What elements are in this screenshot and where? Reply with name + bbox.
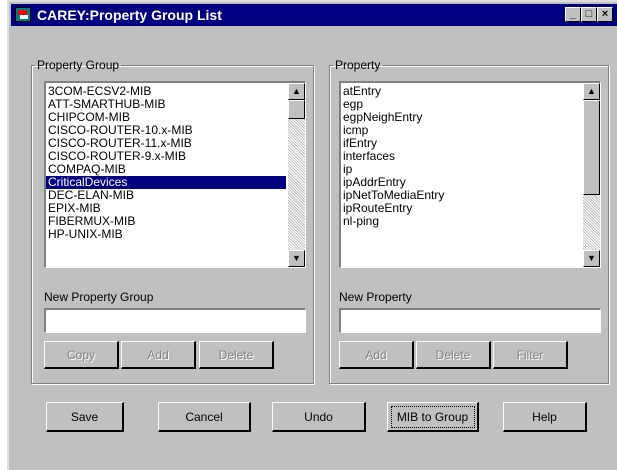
scroll-up-icon[interactable]: ▲ — [583, 83, 600, 100]
property-list[interactable]: atEntry egp egpNeighEntry icmp ifEntry interf… — [339, 81, 601, 268]
property-group-items: 3COM-ECSV2-MIB ATT-SMARTHUB-MIB CHIPCOM-MI… — [46, 85, 286, 241]
property-group-list[interactable]: 3COM-ECSV2-MIB ATT-SMARTHUB-MIB CHIPCOM-MI… — [44, 81, 306, 268]
property-group-legend: Property Group — [37, 58, 120, 72]
cancel-button[interactable]: Cancel — [158, 402, 251, 432]
minimize-button[interactable]: _ — [565, 7, 581, 22]
filter-button[interactable]: Filter — [493, 341, 568, 369]
list-item[interactable]: atEntry — [341, 85, 581, 98]
save-button[interactable]: Save — [46, 402, 124, 432]
property-group-scrollbar[interactable]: ▲ ▼ — [288, 83, 305, 267]
mib-to-group-button[interactable]: MIB to Group — [387, 402, 479, 432]
list-item[interactable]: nl-ping — [341, 215, 581, 228]
undo-button[interactable]: Undo — [272, 402, 366, 432]
property-scrollbar[interactable]: ▲ ▼ — [583, 83, 600, 267]
maximize-button[interactable]: □ — [581, 7, 597, 22]
scroll-down-icon[interactable]: ▼ — [583, 250, 600, 267]
window-title: CAREY:Property Group List — [37, 7, 222, 23]
help-button[interactable]: Help — [503, 402, 587, 432]
close-button[interactable]: × — [597, 7, 613, 22]
scroll-thumb[interactable] — [288, 100, 305, 119]
scroll-down-icon[interactable]: ▼ — [288, 250, 305, 267]
add-group-button[interactable]: Add — [121, 341, 196, 369]
app-icon — [15, 7, 31, 22]
new-property-group-label: New Property Group — [44, 290, 154, 304]
list-item[interactable]: egpNeighEntry — [341, 111, 581, 124]
scroll-thumb[interactable] — [583, 100, 600, 195]
delete-property-button[interactable]: Delete — [416, 341, 491, 369]
list-item[interactable]: icmp — [341, 124, 581, 137]
scroll-up-icon[interactable]: ▲ — [288, 83, 305, 100]
list-item[interactable]: interfaces — [341, 150, 581, 163]
list-item[interactable]: HP-UNIX-MIB — [46, 228, 286, 241]
new-property-group-input[interactable] — [44, 308, 306, 333]
property-group-list-window: CAREY:Property Group List _ □ × Property… — [7, 0, 617, 470]
add-property-button[interactable]: Add — [339, 341, 414, 369]
property-legend: Property — [335, 58, 381, 72]
property-items: atEntry egp egpNeighEntry icmp ifEntry interf… — [341, 85, 581, 228]
title-bar[interactable]: CAREY:Property Group List _ □ × — [11, 4, 617, 26]
new-property-input[interactable] — [339, 308, 601, 333]
delete-group-button[interactable]: Delete — [199, 341, 274, 369]
new-property-label: New Property — [339, 290, 412, 304]
copy-button[interactable]: Copy — [44, 341, 119, 369]
